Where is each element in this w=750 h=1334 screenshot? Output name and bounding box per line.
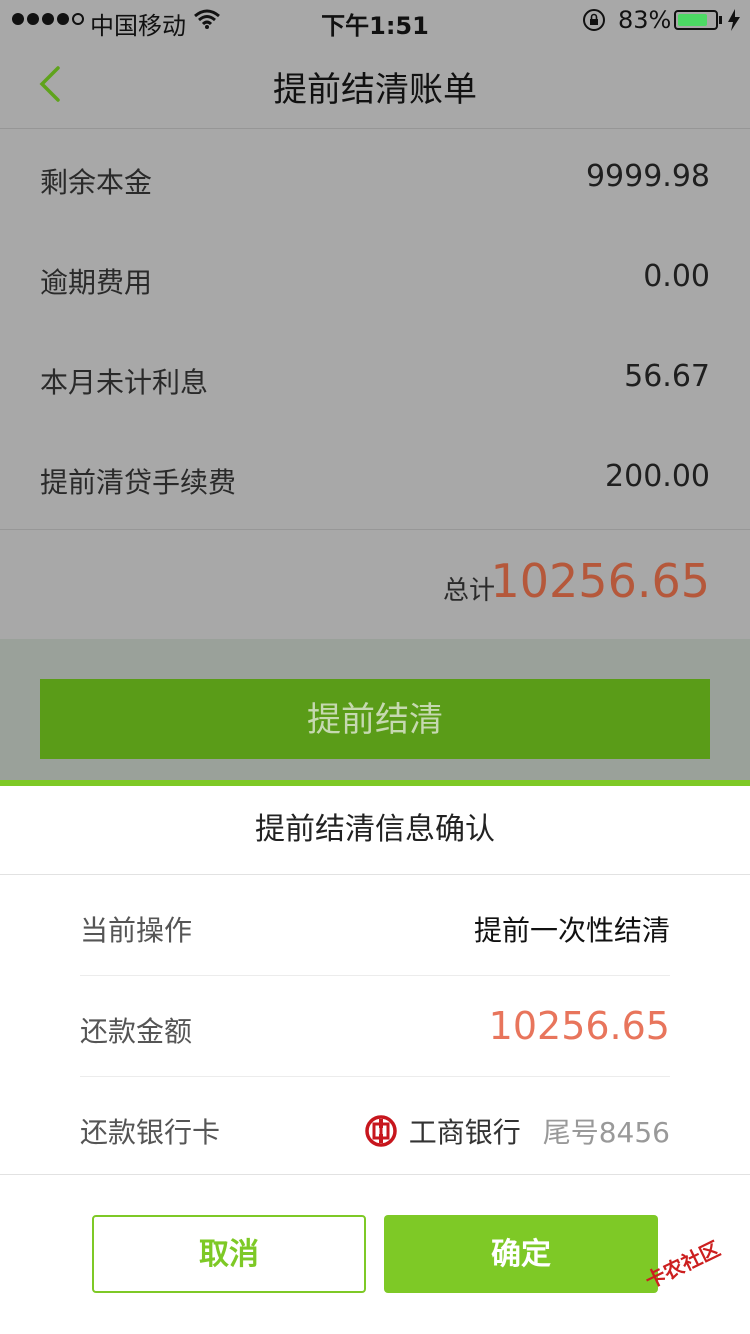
bill-label: 逾期费用 <box>40 266 153 299</box>
sheet-title: 提前结清信息确认 <box>0 786 750 875</box>
info-row-bank-card: 还款银行卡 工商银行 尾号8456 <box>80 1077 670 1177</box>
bill-value: 56.67 <box>624 359 710 394</box>
bill-value: 200.00 <box>605 459 710 494</box>
icbc-logo-icon <box>364 1115 397 1147</box>
bill-row-interest: 本月未计利息 56.67 <box>0 329 750 429</box>
bill-label: 提前清贷手续费 <box>40 466 237 499</box>
charging-icon <box>728 9 740 31</box>
bill-row-handling-fee: 提前清贷手续费 200.00 <box>0 429 750 529</box>
orientation-lock-icon <box>583 9 605 31</box>
confirmation-sheet: 提前结清信息确认 当前操作 提前一次性结清 还款金额 10256.65 还款银行… <box>0 786 750 1334</box>
nav-bar: 提前结清账单 <box>0 40 750 129</box>
settle-early-button[interactable]: 提前结清 <box>40 679 710 759</box>
amount-value: 10256.65 <box>488 1004 670 1048</box>
bank-card-info: 工商银行 尾号8456 <box>364 1111 670 1151</box>
confirmation-info-list: 当前操作 提前一次性结清 还款金额 10256.65 还款银行卡 工商银行 尾号… <box>80 875 670 1177</box>
operation-value: 提前一次性结清 <box>473 914 670 947</box>
battery-cap <box>719 16 722 24</box>
bill-label: 剩余本金 <box>40 166 153 199</box>
bank-name: 工商银行 <box>408 1116 521 1149</box>
bill-row-principal: 剩余本金 9999.98 <box>0 129 750 229</box>
battery-percentage: 83% <box>618 6 672 34</box>
bill-row-overdue-fee: 逾期费用 0.00 <box>0 229 750 329</box>
bill-value: 9999.98 <box>585 159 710 194</box>
operation-label: 当前操作 <box>80 914 193 947</box>
bill-label: 本月未计利息 <box>40 366 209 399</box>
sheet-divider <box>0 1174 750 1175</box>
info-row-operation: 当前操作 提前一次性结清 <box>80 875 670 976</box>
battery-icon <box>674 10 718 30</box>
amount-label: 还款金额 <box>80 1015 193 1048</box>
info-row-amount: 还款金额 10256.65 <box>80 976 670 1077</box>
settle-button-area: 提前结清 <box>0 639 750 781</box>
bank-card-label: 还款银行卡 <box>80 1116 221 1149</box>
bill-value: 0.00 <box>643 259 710 294</box>
page-title: 提前结清账单 <box>273 70 477 110</box>
confirm-button[interactable]: 确定 <box>384 1215 658 1293</box>
bill-details: 剩余本金 9999.98 逾期费用 0.00 本月未计利息 56.67 提前清贷… <box>0 129 750 529</box>
cancel-button[interactable]: 取消 <box>92 1215 366 1293</box>
total-area: 总计 10256.65 <box>0 529 750 640</box>
status-bar: 中国移动 下午1:51 83% <box>0 0 750 40</box>
card-tail-number: 尾号8456 <box>542 1116 670 1149</box>
total-label: 总计 <box>442 576 495 606</box>
total-value: 10256.65 <box>490 554 711 608</box>
